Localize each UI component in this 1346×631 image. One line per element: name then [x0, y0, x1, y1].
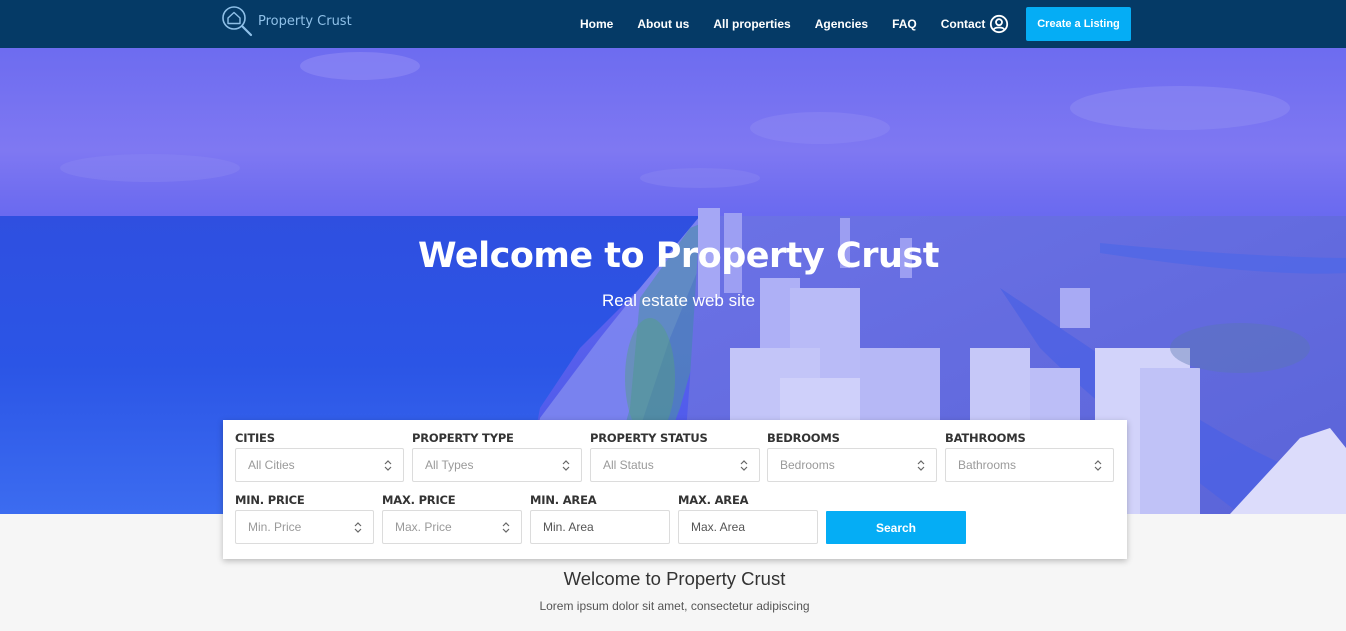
- house-magnifier-icon: [222, 6, 253, 37]
- property-status-label: PROPERTY STATUS: [590, 431, 708, 445]
- cities-label: CITIES: [235, 431, 275, 445]
- chevron-up-down-icon: [354, 522, 362, 533]
- property-status-select[interactable]: All Status: [590, 448, 760, 482]
- min-area-placeholder: Min. Area: [543, 520, 594, 534]
- chevron-up-down-icon: [917, 460, 925, 471]
- nav-item-home[interactable]: Home: [580, 17, 613, 31]
- min-price-select[interactable]: Min. Price: [235, 510, 374, 544]
- max-area-label: MAX. AREA: [678, 493, 749, 507]
- nav-item-contact[interactable]: Contact: [941, 17, 986, 31]
- max-price-label: MAX. PRICE: [382, 493, 456, 507]
- bedrooms-label: BEDROOMS: [767, 431, 840, 445]
- nav-item-all-properties[interactable]: All properties: [713, 17, 790, 31]
- bathrooms-label: BATHROOMS: [945, 431, 1026, 445]
- chevron-up-down-icon: [1094, 460, 1102, 471]
- chevron-up-down-icon: [384, 460, 392, 471]
- create-listing-button[interactable]: Create a Listing: [1026, 7, 1131, 41]
- property-status-select-value: All Status: [603, 458, 654, 472]
- property-type-select-value: All Types: [425, 458, 474, 472]
- bathrooms-select-value: Bathrooms: [958, 458, 1017, 472]
- min-area-input[interactable]: Min. Area: [530, 510, 670, 544]
- min-area-label: MIN. AREA: [530, 493, 597, 507]
- property-type-select[interactable]: All Types: [412, 448, 582, 482]
- main-nav: Home About us All properties Agencies FA…: [580, 0, 985, 48]
- nav-item-agencies[interactable]: Agencies: [815, 17, 868, 31]
- property-type-label: PROPERTY TYPE: [412, 431, 514, 445]
- bedrooms-select-value: Bedrooms: [780, 458, 835, 472]
- hero-title: Welcome to Property Crust: [418, 236, 939, 276]
- min-price-select-value: Min. Price: [248, 520, 302, 534]
- hero-subtitle: Real estate web site: [601, 291, 756, 310]
- max-price-select[interactable]: Max. Price: [382, 510, 522, 544]
- bathrooms-select[interactable]: Bathrooms: [945, 448, 1114, 482]
- intro-text: Lorem ipsum dolor sit amet, consectetur …: [539, 599, 810, 613]
- nav-item-faq[interactable]: FAQ: [892, 17, 917, 31]
- nav-item-about-us[interactable]: About us: [637, 17, 689, 31]
- brand-name: Property Crust: [258, 13, 352, 29]
- property-search-form: CITIES All Cities PROPERTY TYPE All Type…: [223, 420, 1127, 559]
- max-area-input[interactable]: Max. Area: [678, 510, 818, 544]
- max-area-placeholder: Max. Area: [691, 520, 746, 534]
- bedrooms-select[interactable]: Bedrooms: [767, 448, 937, 482]
- brand-logo[interactable]: Property Crust: [220, 5, 352, 37]
- cities-select-value: All Cities: [248, 458, 295, 472]
- cities-select[interactable]: All Cities: [235, 448, 404, 482]
- intro-title: Welcome to Property Crust: [563, 568, 786, 589]
- max-price-select-value: Max. Price: [395, 520, 452, 534]
- chevron-up-down-icon: [740, 460, 748, 471]
- chevron-up-down-icon: [502, 522, 510, 533]
- top-navbar: Property Crust Home About us All propert…: [0, 0, 1346, 48]
- user-circle-icon[interactable]: [989, 14, 1009, 34]
- search-button[interactable]: Search: [826, 511, 966, 544]
- chevron-up-down-icon: [562, 460, 570, 471]
- min-price-label: MIN. PRICE: [235, 493, 305, 507]
